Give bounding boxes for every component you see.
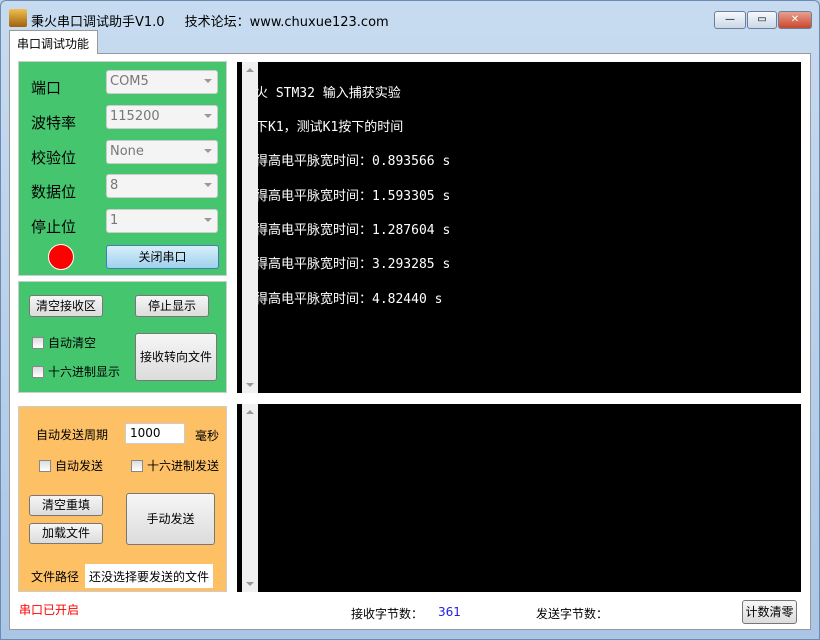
chevron-down-icon xyxy=(204,183,212,187)
app-logo-icon xyxy=(9,9,27,27)
hex-send-label: 十六进制发送 xyxy=(147,459,220,473)
auto-clear-label: 自动清空 xyxy=(48,336,97,350)
scroll-down-icon[interactable] xyxy=(246,582,254,586)
terminal-line: 测得高电平脉宽时间：4.82440 s xyxy=(242,292,443,307)
rx-count-label: 接收字节数： xyxy=(351,607,424,621)
stop-bits-select[interactable]: 1 xyxy=(106,209,218,233)
chevron-down-icon xyxy=(204,79,212,83)
clear-receive-button[interactable]: 清空接收区 xyxy=(29,295,103,317)
chevron-down-icon xyxy=(204,114,212,118)
load-file-button[interactable]: 加载文件 xyxy=(29,523,103,544)
checkbox-icon xyxy=(32,365,44,378)
receive-scrollbar[interactable] xyxy=(242,62,258,393)
hex-send-checkbox[interactable]: 十六进制发送 xyxy=(131,457,219,474)
parity-select[interactable]: None xyxy=(106,140,218,164)
port-select[interactable]: COM5 xyxy=(106,70,218,94)
data-bits-select[interactable]: 8 xyxy=(106,174,218,198)
terminal-line: 测得高电平脉宽时间：1.287604 s xyxy=(242,223,451,238)
parity-value: None xyxy=(110,144,144,159)
terminal-line: 按下K1，测试K1按下的时间 xyxy=(242,120,404,135)
close-button[interactable]: ✕ xyxy=(778,11,812,29)
auto-send-label: 自动发送 xyxy=(55,459,104,473)
send-scrollbar[interactable] xyxy=(242,404,258,592)
clear-refill-button[interactable]: 清空重填 xyxy=(29,495,103,516)
data-bits-value: 8 xyxy=(110,178,119,193)
port-status-text: 串口已开启 xyxy=(19,603,80,617)
close-port-button[interactable]: 关闭串口 xyxy=(106,245,219,269)
rx-count-value: 361 xyxy=(438,605,461,619)
forum-text: 技术论坛：www.chuxue123.com xyxy=(184,15,389,30)
chevron-down-icon xyxy=(204,218,212,222)
maximize-button[interactable]: ▭ xyxy=(747,11,777,29)
manual-send-button[interactable]: 手动发送 xyxy=(126,493,215,545)
auto-clear-checkbox[interactable]: 自动清空 xyxy=(32,334,96,351)
hex-display-checkbox[interactable]: 十六进制显示 xyxy=(32,363,120,380)
period-unit: 毫秒 xyxy=(195,429,220,443)
stop-display-button[interactable]: 停止显示 xyxy=(135,295,209,317)
period-input[interactable]: 1000 xyxy=(125,423,185,444)
stop-bits-label: 停止位 xyxy=(31,218,77,236)
reset-count-button[interactable]: 计数清零 xyxy=(742,600,797,624)
tab-serial-debug[interactable]: 串口调试功能 xyxy=(9,30,98,54)
port-label: 端口 xyxy=(31,79,62,97)
minimize-button[interactable]: — xyxy=(714,11,746,29)
terminal-line: 测得高电平脉宽时间：1.593305 s xyxy=(242,189,451,204)
terminal-line: 测得高电平脉宽时间：3.293285 s xyxy=(242,257,451,272)
receive-to-file-button[interactable]: 接收转向文件 xyxy=(135,333,217,381)
baud-label: 波特率 xyxy=(31,114,77,132)
status-indicator xyxy=(48,244,74,270)
checkbox-icon xyxy=(131,459,143,472)
title-bar: 秉火串口调试助手V1.0 技术论坛：www.chuxue123.com xyxy=(31,11,409,30)
send-textarea[interactable] xyxy=(237,404,801,592)
auto-send-checkbox[interactable]: 自动发送 xyxy=(39,457,103,474)
tx-count-label: 发送字节数： xyxy=(536,607,609,621)
port-value: COM5 xyxy=(110,74,149,89)
baud-value: 115200 xyxy=(110,109,160,124)
scroll-up-icon[interactable] xyxy=(246,68,254,72)
period-label: 自动发送周期 xyxy=(36,428,109,442)
checkbox-icon xyxy=(32,336,44,349)
terminal-line: 测得高电平脉宽时间：0.893566 s xyxy=(242,154,451,169)
terminal-line: 秉火 STM32 输入捕获实验 xyxy=(242,86,401,101)
chevron-down-icon xyxy=(204,149,212,153)
stop-bits-value: 1 xyxy=(110,213,119,228)
file-path-label: 文件路径 xyxy=(31,570,80,584)
scroll-up-icon[interactable] xyxy=(246,410,254,414)
hex-display-label: 十六进制显示 xyxy=(48,365,121,379)
data-bits-label: 数据位 xyxy=(31,183,77,201)
window-title: 秉火串口调试助手V1.0 xyxy=(31,15,165,30)
parity-label: 校验位 xyxy=(31,149,77,167)
file-path-field[interactable]: 还没选择要发送的文件 xyxy=(85,564,213,588)
receive-textarea[interactable]: 秉火 STM32 输入捕获实验 按下K1，测试K1按下的时间 测得高电平脉宽时间… xyxy=(237,62,801,393)
baud-select[interactable]: 115200 xyxy=(106,105,218,129)
scroll-down-icon[interactable] xyxy=(246,383,254,387)
checkbox-icon xyxy=(39,459,51,472)
